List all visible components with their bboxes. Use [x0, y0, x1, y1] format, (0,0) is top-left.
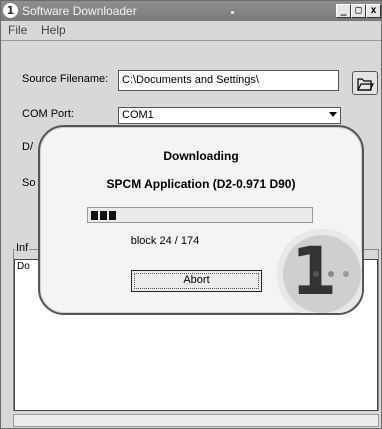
row3-label: D/ — [22, 141, 33, 153]
logo-dot-1 — [313, 271, 319, 277]
title-bar[interactable]: 1 Software Downloader _ □ x — [1, 1, 381, 21]
block-status-text: block 24 / 174 — [130, 235, 200, 247]
menu-file[interactable]: File — [8, 23, 27, 37]
com-port-value: COM1 — [122, 109, 154, 121]
software-downloader-window: 1 Software Downloader _ □ x File Help So… — [0, 0, 382, 429]
title-decoration-dot — [231, 11, 234, 14]
com-port-label: COM Port: — [22, 108, 74, 120]
app-logo-icon[interactable]: 1 — [3, 3, 18, 18]
com-port-select[interactable]: COM1 — [118, 107, 341, 124]
progress-block — [109, 211, 116, 220]
logo-dot-3 — [343, 271, 349, 277]
logo-dot-2 — [328, 271, 334, 277]
dialog-title: Downloading — [163, 149, 239, 163]
brand-logo-icon: 1 — [277, 229, 362, 313]
window-title: Software Downloader — [22, 4, 137, 18]
dialog-subtitle: SPCM Application (D2-0.971 D90) — [106, 177, 296, 191]
log-line: Do — [17, 261, 30, 272]
open-folder-icon — [357, 78, 374, 91]
menu-help[interactable]: Help — [41, 23, 66, 37]
chevron-down-icon[interactable] — [329, 112, 337, 117]
status-bar — [13, 414, 379, 427]
progress-block — [100, 211, 107, 220]
row4-label: So — [22, 177, 36, 189]
minimize-button[interactable]: _ — [336, 4, 351, 18]
maximize-button[interactable]: □ — [351, 4, 366, 18]
menu-bar: File Help — [1, 21, 381, 41]
info-group-label: Inf — [15, 242, 30, 254]
progress-blocks — [91, 211, 116, 220]
abort-button[interactable]: Abort — [131, 270, 262, 292]
download-progress-bar — [87, 207, 313, 223]
source-filename-input[interactable]: C:\Documents and Settings\ — [118, 70, 339, 91]
close-button[interactable]: x — [366, 4, 381, 18]
source-filename-label: Source Filename: — [22, 73, 109, 85]
download-progress-dialog: Downloading SPCM Application (D2-0.971 D… — [38, 125, 364, 315]
progress-block — [91, 211, 98, 220]
browse-button[interactable] — [352, 71, 378, 95]
